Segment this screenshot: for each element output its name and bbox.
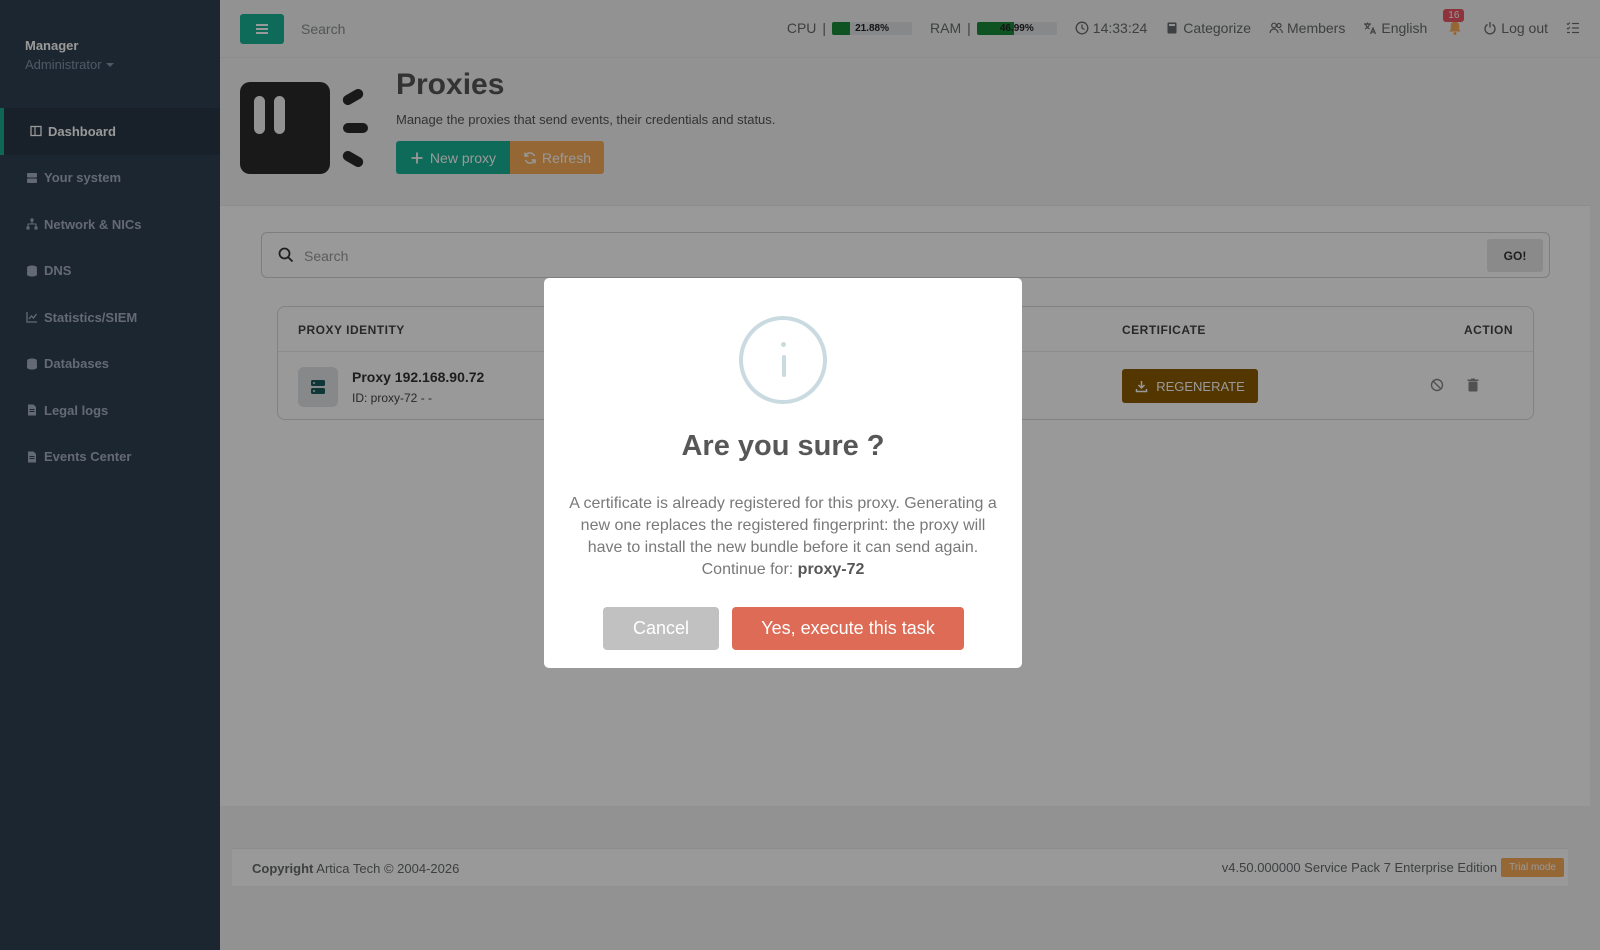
confirm-dialog: Are you sure ? A certificate is already … xyxy=(544,278,1022,668)
dialog-target: proxy-72 xyxy=(797,561,865,578)
confirm-button[interactable]: Yes, execute this task xyxy=(732,607,964,650)
dialog-message-text: A certificate is already registered for … xyxy=(569,495,997,578)
dialog-message: A certificate is already registered for … xyxy=(566,493,1000,581)
cancel-button[interactable]: Cancel xyxy=(603,607,719,650)
dialog-title: Are you sure ? xyxy=(681,430,885,462)
info-icon xyxy=(739,316,827,404)
